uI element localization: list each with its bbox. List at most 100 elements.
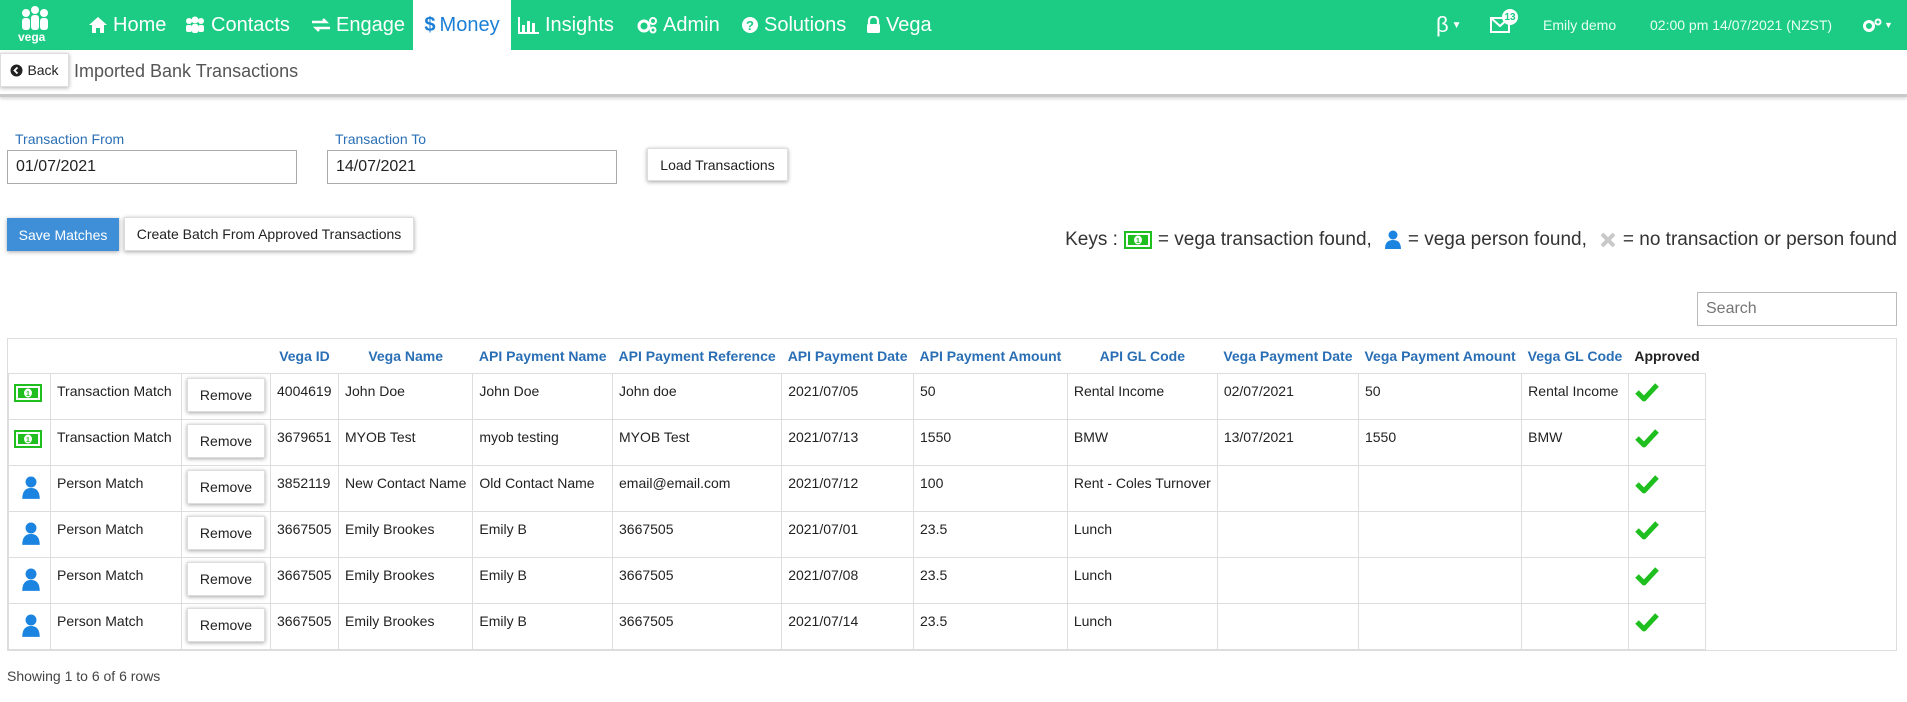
load-transactions-button[interactable]: Load Transactions bbox=[647, 148, 788, 181]
person-icon bbox=[22, 522, 40, 545]
column-header[interactable]: Vega ID bbox=[271, 339, 339, 373]
column-header[interactable]: Vega Payment Date bbox=[1217, 339, 1358, 373]
user-name[interactable]: Emily demo bbox=[1543, 0, 1616, 50]
remove-button[interactable]: Remove bbox=[187, 469, 265, 504]
nav-engage[interactable]: Engage bbox=[311, 0, 405, 50]
check-icon[interactable] bbox=[1635, 382, 1659, 402]
remove-cell: Remove bbox=[181, 372, 271, 420]
transaction-to-label: Transaction To bbox=[335, 131, 427, 147]
dollar-icon: $ bbox=[424, 13, 436, 36]
keys-prefix: Keys : bbox=[1065, 229, 1118, 250]
remove-cell: Remove bbox=[181, 556, 271, 604]
vega-id-cell: 3667505 bbox=[270, 602, 339, 650]
check-icon[interactable] bbox=[1635, 566, 1659, 586]
api-date-cell: 2021/07/01 bbox=[781, 510, 915, 558]
vega-name-cell: MYOB Test bbox=[337, 418, 474, 466]
approved-cell[interactable] bbox=[1627, 510, 1707, 558]
vega-date-cell: 02/07/2021 bbox=[1216, 372, 1359, 420]
question-icon: ? bbox=[742, 17, 758, 33]
nav-vega[interactable]: Vega bbox=[866, 0, 932, 50]
table-row: 1 Transaction Match Remove 4004619 John … bbox=[8, 372, 1707, 420]
svg-text:?: ? bbox=[746, 18, 754, 33]
save-matches-button[interactable]: Save Matches bbox=[7, 218, 119, 251]
transactions-table-container: Vega ID Vega Name API Payment Name API P… bbox=[7, 338, 1897, 651]
column-header[interactable]: API Payment Name bbox=[473, 339, 613, 373]
column-header[interactable]: API GL Code bbox=[1067, 339, 1217, 373]
column-header[interactable]: Vega GL Code bbox=[1522, 339, 1629, 373]
table-row: Person Match Remove 3852119 New Contact … bbox=[8, 464, 1707, 512]
approved-cell[interactable] bbox=[1627, 556, 1707, 604]
column-header[interactable]: API Payment Reference bbox=[613, 339, 782, 373]
mail-button[interactable] bbox=[1490, 0, 1510, 50]
keys-transaction-text: = vega transaction found, bbox=[1157, 229, 1372, 250]
table-row: Person Match Remove 3667505 Emily Brooke… bbox=[8, 602, 1707, 650]
nav-admin[interactable]: Admin bbox=[636, 0, 720, 50]
nav-insights[interactable]: Insights bbox=[518, 0, 614, 50]
approved-cell[interactable] bbox=[1627, 602, 1707, 650]
back-button[interactable]: Back bbox=[0, 53, 69, 87]
column-header[interactable]: Vega Payment Amount bbox=[1358, 339, 1521, 373]
svg-text:1: 1 bbox=[26, 437, 30, 444]
column-header[interactable]: Vega Name bbox=[339, 339, 473, 373]
check-icon[interactable] bbox=[1635, 474, 1659, 494]
header-icon-col bbox=[9, 339, 51, 373]
api-gl-code-cell: Lunch bbox=[1066, 556, 1218, 604]
vega-date-cell bbox=[1216, 510, 1359, 558]
keys-none-text: = no transaction or person found bbox=[1622, 229, 1897, 250]
nav-home-label: Home bbox=[113, 13, 167, 36]
check-icon[interactable] bbox=[1635, 612, 1659, 632]
match-label: Transaction Match bbox=[50, 418, 182, 466]
match-type-cell bbox=[8, 602, 51, 650]
remove-cell: Remove bbox=[181, 510, 271, 558]
vega-gl-code-cell bbox=[1521, 464, 1629, 512]
remove-button[interactable]: Remove bbox=[187, 607, 265, 642]
nav-contacts[interactable]: Contacts bbox=[184, 0, 290, 50]
svg-text:1: 1 bbox=[1136, 238, 1140, 245]
check-icon[interactable] bbox=[1635, 520, 1659, 540]
approved-cell[interactable] bbox=[1627, 372, 1707, 420]
remove-button[interactable]: Remove bbox=[187, 423, 265, 458]
exchange-icon bbox=[312, 18, 330, 32]
remove-cell: Remove bbox=[181, 602, 271, 650]
home-icon bbox=[89, 17, 107, 33]
column-header[interactable]: API Payment Date bbox=[782, 339, 914, 373]
match-label: Person Match bbox=[50, 556, 182, 604]
search-input[interactable] bbox=[1697, 292, 1897, 326]
column-header[interactable]: API Payment Amount bbox=[914, 339, 1068, 373]
vega-id-cell: 3667505 bbox=[270, 556, 339, 604]
remove-button[interactable]: Remove bbox=[187, 515, 265, 550]
svg-text:1: 1 bbox=[26, 391, 30, 398]
vega-id-cell: 3679651 bbox=[270, 418, 339, 466]
remove-cell: Remove bbox=[181, 418, 271, 466]
match-type-cell: 1 bbox=[8, 418, 51, 466]
nav-solutions[interactable]: ? Solutions bbox=[741, 0, 846, 50]
transaction-to-input[interactable]: 14/07/2021 bbox=[327, 150, 617, 184]
nav-home[interactable]: Home bbox=[88, 0, 166, 50]
api-amount-cell: 23.5 bbox=[913, 602, 1068, 650]
vega-gl-code-cell bbox=[1521, 510, 1629, 558]
transaction-from-input[interactable]: 01/07/2021 bbox=[7, 150, 297, 184]
match-type-cell bbox=[8, 556, 51, 604]
nav-money-label: Money bbox=[439, 13, 500, 36]
remove-button[interactable]: Remove bbox=[187, 561, 265, 596]
settings-menu[interactable]: ▼ bbox=[1862, 0, 1893, 50]
nav-money[interactable]: $ Money bbox=[413, 0, 511, 50]
match-label: Person Match bbox=[50, 464, 182, 512]
table-header-row: Vega ID Vega Name API Payment Name API P… bbox=[9, 339, 1706, 373]
back-label: Back bbox=[27, 62, 59, 78]
vega-id-cell: 4004619 bbox=[270, 372, 339, 420]
vega-id-cell: 3852119 bbox=[270, 464, 339, 512]
remove-button[interactable]: Remove bbox=[187, 377, 265, 412]
create-batch-button[interactable]: Create Batch From Approved Transactions bbox=[124, 217, 414, 251]
beta-menu[interactable]: β ▼ bbox=[1436, 0, 1462, 50]
column-header[interactable]: Approved bbox=[1628, 339, 1705, 373]
match-type-cell bbox=[8, 510, 51, 558]
api-name-cell: John Doe bbox=[472, 372, 613, 420]
check-icon[interactable] bbox=[1635, 428, 1659, 448]
approved-cell[interactable] bbox=[1627, 418, 1707, 466]
approved-cell[interactable] bbox=[1627, 464, 1707, 512]
table-row: Person Match Remove 3667505 Emily Brooke… bbox=[8, 556, 1707, 604]
vega-logo[interactable]: vega bbox=[16, 5, 54, 45]
datetime-display: 02:00 pm 14/07/2021 (NZST) bbox=[1650, 17, 1833, 33]
api-name-cell: Emily B bbox=[472, 510, 613, 558]
